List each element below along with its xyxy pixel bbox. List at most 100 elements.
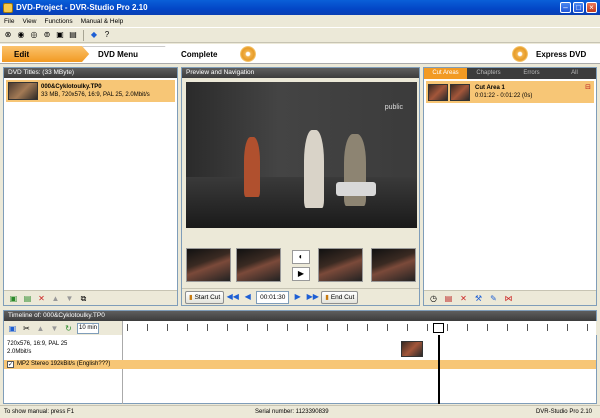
cut-end-thumbnail xyxy=(450,83,470,101)
cut-start-thumbnail xyxy=(428,83,448,101)
tab-cut-areas[interactable]: Cut Areas xyxy=(424,68,467,79)
refresh-icon[interactable]: ↻ xyxy=(63,323,74,334)
burn-icon[interactable]: ⊚ xyxy=(42,30,52,40)
disc-icon xyxy=(240,46,256,62)
step-edit[interactable]: Edit xyxy=(2,46,90,62)
split-icon[interactable]: ⋈ xyxy=(503,293,514,304)
delete-icon[interactable]: ✕ xyxy=(36,293,47,304)
menu-functions[interactable]: Functions xyxy=(44,18,72,25)
main-toolbar: ⊗ ◉ ◎ ⊚ ▣ ▤ ◆ ? xyxy=(0,27,600,43)
tab-chapters[interactable]: Chapters xyxy=(467,68,510,79)
step-edit-label: Edit xyxy=(14,49,30,59)
ruler-tick xyxy=(467,324,468,331)
frame-thumbnail[interactable] xyxy=(236,248,281,282)
menu-manual-help[interactable]: Manual & Help xyxy=(81,18,124,25)
rewind-fast-icon[interactable]: ◀◀ xyxy=(226,291,239,304)
step-express-dvd[interactable]: Express DVD xyxy=(510,46,598,62)
help-icon[interactable]: ? xyxy=(102,30,112,40)
playhead[interactable] xyxy=(438,335,440,404)
save-cut-icon[interactable]: ▤ xyxy=(443,293,454,304)
move-up-icon[interactable]: ▲ xyxy=(50,293,61,304)
audio-icon[interactable]: ◐ xyxy=(292,250,310,264)
ruler-tick xyxy=(327,324,328,331)
snapshot-icon[interactable]: ▶ xyxy=(292,267,310,281)
step-back-icon[interactable]: ◀ xyxy=(241,291,254,304)
edit-cut-icon[interactable]: ✎ xyxy=(488,293,499,304)
ruler-tick xyxy=(487,324,488,331)
cut-marker-icon[interactable]: ⊟ xyxy=(585,83,591,91)
maximize-icon[interactable]: □ xyxy=(573,2,584,13)
video-preview[interactable]: public xyxy=(186,82,417,228)
start-cut-icon: ▮ xyxy=(189,294,193,301)
audio-track-row[interactable]: ✓ MP2 Stereo 192kBit/s (English???) xyxy=(4,360,596,369)
disc-icon[interactable]: ◎ xyxy=(29,30,39,40)
list-item[interactable]: Cut Area 1 0:01:22 - 0:01:22 (0s) ⊟ xyxy=(426,81,594,103)
tab-all[interactable]: All xyxy=(553,68,596,79)
dvd-titles-header: DVD Titles: (33 MByte) xyxy=(4,68,177,78)
delete-cut-icon[interactable]: ✕ xyxy=(458,293,469,304)
end-cut-label: End Cut xyxy=(330,293,355,301)
move-up-icon[interactable]: ▲ xyxy=(35,323,46,334)
audio-track-checkbox[interactable]: ✓ xyxy=(7,361,14,368)
track-info-format: 720x576, 16:9, PAL 25 xyxy=(7,341,68,347)
position-marker[interactable] xyxy=(433,323,444,333)
cut-tool-icon[interactable]: ⚒ xyxy=(473,293,484,304)
navigation-bar: ▮ Start Cut ◀◀ ◀ 00:01:30 ▶ ▶▶ ▮ End Cut xyxy=(182,288,419,305)
ruler-tick xyxy=(407,324,408,331)
add-title-icon[interactable]: ▣ xyxy=(8,293,19,304)
video-background xyxy=(186,82,417,182)
status-bar: To show manual: press F1 Serial number: … xyxy=(0,405,600,418)
frame-thumbnail[interactable] xyxy=(371,248,416,282)
time-display[interactable]: 00:01:30 xyxy=(256,290,290,304)
end-cut-button[interactable]: ▮ End Cut xyxy=(321,290,359,304)
cut-tabs: Cut Areas Chapters Errors All xyxy=(424,68,596,79)
frame-thumbnail[interactable] xyxy=(318,248,363,282)
ruler-tick xyxy=(387,324,388,331)
step-complete-label: Complete xyxy=(181,49,218,59)
cut-text: Cut Area 1 0:01:22 - 0:01:22 (0s) xyxy=(475,84,532,100)
minimize-icon[interactable]: – xyxy=(560,2,571,13)
play-icon[interactable]: ▶ xyxy=(291,291,304,304)
timeline-clip-thumbnail[interactable] xyxy=(401,341,423,357)
step-dvd-menu[interactable]: DVD Menu xyxy=(82,46,172,62)
ruler-tick xyxy=(267,324,268,331)
ruler-tick xyxy=(427,324,428,331)
record-icon[interactable]: ◉ xyxy=(16,30,26,40)
frame-strip: ◐ ▶ xyxy=(186,248,417,284)
frame-thumbnail[interactable] xyxy=(186,248,231,282)
timeline-ruler[interactable] xyxy=(122,321,596,335)
audio-track-label: MP2 Stereo 192kBit/s (English???) xyxy=(17,361,111,367)
ruler-tick xyxy=(527,324,528,331)
ruler-tick xyxy=(547,324,548,331)
end-cut-icon: ▮ xyxy=(325,294,329,301)
menu-file[interactable]: File xyxy=(4,18,14,25)
start-cut-button[interactable]: ▮ Start Cut xyxy=(185,290,225,304)
save-icon[interactable]: ▤ xyxy=(68,30,78,40)
titles-toolbar: ▣ ▤ ✕ ▲ ▼ ⧉ xyxy=(4,290,177,305)
ruler-tick xyxy=(567,324,568,331)
close-icon[interactable]: × xyxy=(586,2,597,13)
properties-icon[interactable]: ⧉ xyxy=(78,293,89,304)
scissors-icon[interactable]: ✂ xyxy=(21,323,32,334)
stop-icon[interactable]: ⊗ xyxy=(3,30,13,40)
move-down-icon[interactable]: ▼ xyxy=(64,293,75,304)
video-watermark: public xyxy=(384,104,403,111)
ruler-tick xyxy=(207,324,208,331)
cuts-toolbar: ◷ ▤ ✕ ⚒ ✎ ⋈ xyxy=(424,290,596,305)
zoom-select[interactable]: 10 min xyxy=(77,322,99,334)
ruler-tick xyxy=(147,324,148,331)
save-icon[interactable]: ▣ xyxy=(7,323,18,334)
title-info: 33 MB, 720x576, 16:9, PAL 25, 2.0Mbit/s xyxy=(41,92,150,98)
menu-view[interactable]: View xyxy=(22,18,36,25)
step-complete[interactable]: Complete xyxy=(165,46,275,62)
timeline-header: Timeline of: 000&Cyklotoulky.TP0 xyxy=(4,311,596,321)
info-icon[interactable]: ◆ xyxy=(89,30,99,40)
move-down-icon[interactable]: ▼ xyxy=(49,323,60,334)
edit-title-icon[interactable]: ▤ xyxy=(22,293,33,304)
list-item[interactable]: 000&Cyklotoulky.TP0 33 MB, 720x576, 16:9… xyxy=(6,80,175,102)
forward-fast-icon[interactable]: ▶▶ xyxy=(306,291,319,304)
tab-errors[interactable]: Errors xyxy=(510,68,553,79)
ruler-tick xyxy=(347,324,348,331)
add-folder-icon[interactable]: ▣ xyxy=(55,30,65,40)
clock-icon[interactable]: ◷ xyxy=(428,293,439,304)
